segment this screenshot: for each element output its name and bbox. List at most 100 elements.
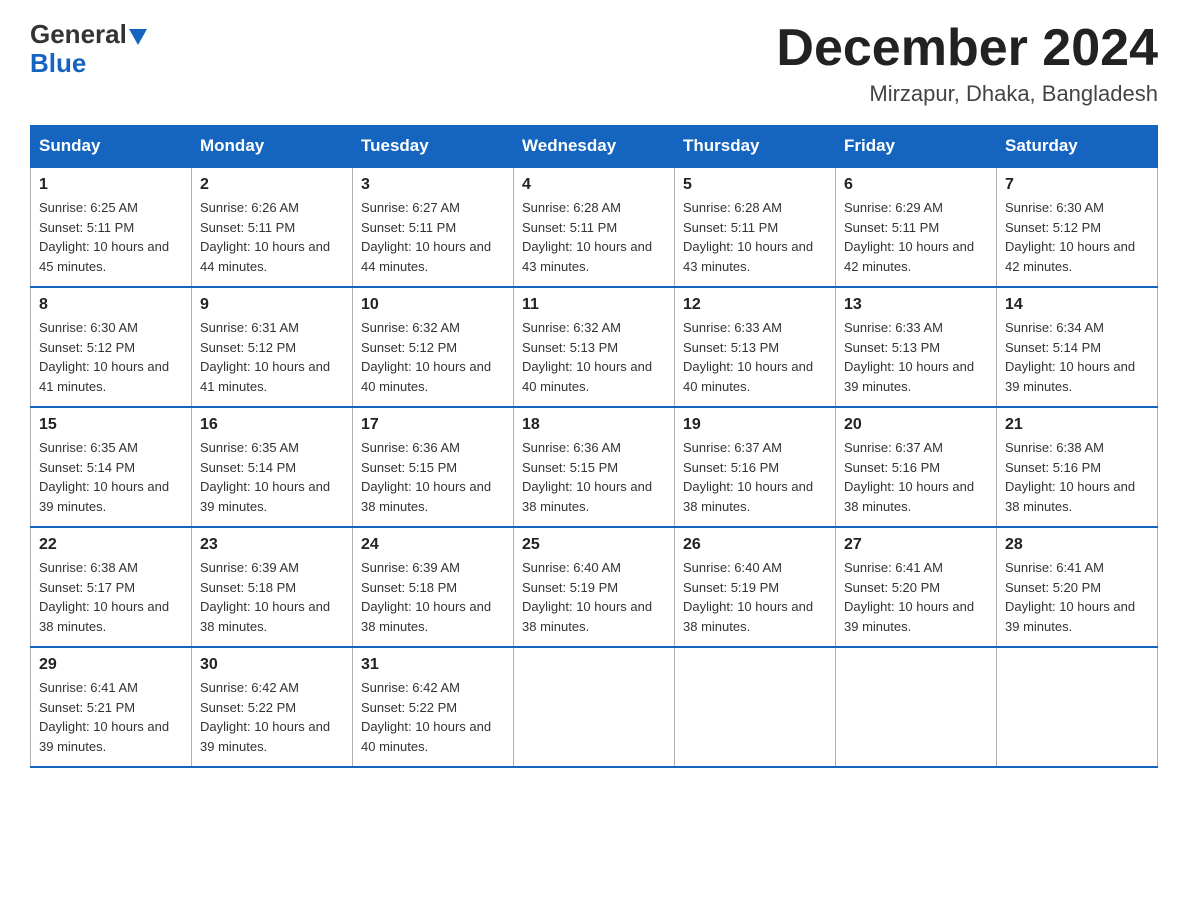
day-info: Sunrise: 6:33 AM Sunset: 5:13 PM Dayligh… [683,318,827,396]
calendar-cell: 24 Sunrise: 6:39 AM Sunset: 5:18 PM Dayl… [353,527,514,647]
day-info: Sunrise: 6:42 AM Sunset: 5:22 PM Dayligh… [361,678,505,756]
day-number: 6 [844,176,988,194]
calendar-week-row: 22 Sunrise: 6:38 AM Sunset: 5:17 PM Dayl… [31,527,1158,647]
day-number: 7 [1005,176,1149,194]
day-info: Sunrise: 6:30 AM Sunset: 5:12 PM Dayligh… [39,318,183,396]
day-info: Sunrise: 6:29 AM Sunset: 5:11 PM Dayligh… [844,198,988,276]
calendar-cell: 4 Sunrise: 6:28 AM Sunset: 5:11 PM Dayli… [514,167,675,287]
calendar-cell: 28 Sunrise: 6:41 AM Sunset: 5:20 PM Dayl… [997,527,1158,647]
calendar-cell: 17 Sunrise: 6:36 AM Sunset: 5:15 PM Dayl… [353,407,514,527]
logo-blue-text: Blue [30,48,86,78]
calendar-cell: 19 Sunrise: 6:37 AM Sunset: 5:16 PM Dayl… [675,407,836,527]
day-number: 12 [683,296,827,314]
day-number: 23 [200,536,344,554]
day-info: Sunrise: 6:36 AM Sunset: 5:15 PM Dayligh… [361,438,505,516]
day-info: Sunrise: 6:26 AM Sunset: 5:11 PM Dayligh… [200,198,344,276]
calendar-cell: 26 Sunrise: 6:40 AM Sunset: 5:19 PM Dayl… [675,527,836,647]
day-number: 9 [200,296,344,314]
calendar-cell: 11 Sunrise: 6:32 AM Sunset: 5:13 PM Dayl… [514,287,675,407]
day-number: 27 [844,536,988,554]
weekday-header-monday: Monday [192,126,353,168]
location: Mirzapur, Dhaka, Bangladesh [776,81,1158,107]
day-info: Sunrise: 6:28 AM Sunset: 5:11 PM Dayligh… [522,198,666,276]
day-info: Sunrise: 6:31 AM Sunset: 5:12 PM Dayligh… [200,318,344,396]
calendar-week-row: 1 Sunrise: 6:25 AM Sunset: 5:11 PM Dayli… [31,167,1158,287]
day-number: 1 [39,176,183,194]
calendar-cell: 25 Sunrise: 6:40 AM Sunset: 5:19 PM Dayl… [514,527,675,647]
calendar-week-row: 8 Sunrise: 6:30 AM Sunset: 5:12 PM Dayli… [31,287,1158,407]
calendar-cell: 16 Sunrise: 6:35 AM Sunset: 5:14 PM Dayl… [192,407,353,527]
calendar-cell: 27 Sunrise: 6:41 AM Sunset: 5:20 PM Dayl… [836,527,997,647]
day-info: Sunrise: 6:27 AM Sunset: 5:11 PM Dayligh… [361,198,505,276]
calendar-cell [675,647,836,767]
calendar-cell [997,647,1158,767]
day-number: 19 [683,416,827,434]
day-number: 21 [1005,416,1149,434]
calendar-cell: 23 Sunrise: 6:39 AM Sunset: 5:18 PM Dayl… [192,527,353,647]
calendar-cell: 2 Sunrise: 6:26 AM Sunset: 5:11 PM Dayli… [192,167,353,287]
day-info: Sunrise: 6:33 AM Sunset: 5:13 PM Dayligh… [844,318,988,396]
day-info: Sunrise: 6:30 AM Sunset: 5:12 PM Dayligh… [1005,198,1149,276]
calendar-cell: 5 Sunrise: 6:28 AM Sunset: 5:11 PM Dayli… [675,167,836,287]
calendar-cell: 14 Sunrise: 6:34 AM Sunset: 5:14 PM Dayl… [997,287,1158,407]
calendar-cell: 15 Sunrise: 6:35 AM Sunset: 5:14 PM Dayl… [31,407,192,527]
day-number: 25 [522,536,666,554]
day-number: 2 [200,176,344,194]
calendar-cell: 13 Sunrise: 6:33 AM Sunset: 5:13 PM Dayl… [836,287,997,407]
day-number: 4 [522,176,666,194]
day-info: Sunrise: 6:38 AM Sunset: 5:17 PM Dayligh… [39,558,183,636]
day-number: 18 [522,416,666,434]
day-info: Sunrise: 6:34 AM Sunset: 5:14 PM Dayligh… [1005,318,1149,396]
day-number: 5 [683,176,827,194]
day-info: Sunrise: 6:41 AM Sunset: 5:20 PM Dayligh… [844,558,988,636]
weekday-header-tuesday: Tuesday [353,126,514,168]
calendar-cell: 12 Sunrise: 6:33 AM Sunset: 5:13 PM Dayl… [675,287,836,407]
calendar-cell: 20 Sunrise: 6:37 AM Sunset: 5:16 PM Dayl… [836,407,997,527]
day-number: 3 [361,176,505,194]
day-info: Sunrise: 6:42 AM Sunset: 5:22 PM Dayligh… [200,678,344,756]
day-number: 10 [361,296,505,314]
day-number: 31 [361,656,505,674]
calendar-cell: 18 Sunrise: 6:36 AM Sunset: 5:15 PM Dayl… [514,407,675,527]
calendar-cell: 29 Sunrise: 6:41 AM Sunset: 5:21 PM Dayl… [31,647,192,767]
weekday-header-row: SundayMondayTuesdayWednesdayThursdayFrid… [31,126,1158,168]
logo-triangle-icon [129,29,147,45]
day-info: Sunrise: 6:36 AM Sunset: 5:15 PM Dayligh… [522,438,666,516]
logo: General Blue [30,20,147,77]
day-number: 22 [39,536,183,554]
calendar-cell [836,647,997,767]
day-info: Sunrise: 6:40 AM Sunset: 5:19 PM Dayligh… [683,558,827,636]
logo-general-text: General [30,19,127,49]
day-info: Sunrise: 6:39 AM Sunset: 5:18 PM Dayligh… [361,558,505,636]
calendar-cell: 7 Sunrise: 6:30 AM Sunset: 5:12 PM Dayli… [997,167,1158,287]
day-info: Sunrise: 6:38 AM Sunset: 5:16 PM Dayligh… [1005,438,1149,516]
day-info: Sunrise: 6:28 AM Sunset: 5:11 PM Dayligh… [683,198,827,276]
day-info: Sunrise: 6:32 AM Sunset: 5:12 PM Dayligh… [361,318,505,396]
calendar-cell [514,647,675,767]
day-info: Sunrise: 6:41 AM Sunset: 5:20 PM Dayligh… [1005,558,1149,636]
day-number: 16 [200,416,344,434]
weekday-header-friday: Friday [836,126,997,168]
day-number: 28 [1005,536,1149,554]
calendar-table: SundayMondayTuesdayWednesdayThursdayFrid… [30,125,1158,768]
calendar-cell: 31 Sunrise: 6:42 AM Sunset: 5:22 PM Dayl… [353,647,514,767]
calendar-cell: 10 Sunrise: 6:32 AM Sunset: 5:12 PM Dayl… [353,287,514,407]
month-title: December 2024 [776,20,1158,77]
calendar-cell: 6 Sunrise: 6:29 AM Sunset: 5:11 PM Dayli… [836,167,997,287]
day-number: 13 [844,296,988,314]
calendar-cell: 9 Sunrise: 6:31 AM Sunset: 5:12 PM Dayli… [192,287,353,407]
calendar-week-row: 29 Sunrise: 6:41 AM Sunset: 5:21 PM Dayl… [31,647,1158,767]
weekday-header-thursday: Thursday [675,126,836,168]
weekday-header-saturday: Saturday [997,126,1158,168]
day-number: 15 [39,416,183,434]
day-number: 14 [1005,296,1149,314]
day-info: Sunrise: 6:35 AM Sunset: 5:14 PM Dayligh… [200,438,344,516]
calendar-cell: 3 Sunrise: 6:27 AM Sunset: 5:11 PM Dayli… [353,167,514,287]
weekday-header-wednesday: Wednesday [514,126,675,168]
day-number: 30 [200,656,344,674]
calendar-week-row: 15 Sunrise: 6:35 AM Sunset: 5:14 PM Dayl… [31,407,1158,527]
day-info: Sunrise: 6:25 AM Sunset: 5:11 PM Dayligh… [39,198,183,276]
day-number: 17 [361,416,505,434]
calendar-cell: 21 Sunrise: 6:38 AM Sunset: 5:16 PM Dayl… [997,407,1158,527]
day-number: 26 [683,536,827,554]
